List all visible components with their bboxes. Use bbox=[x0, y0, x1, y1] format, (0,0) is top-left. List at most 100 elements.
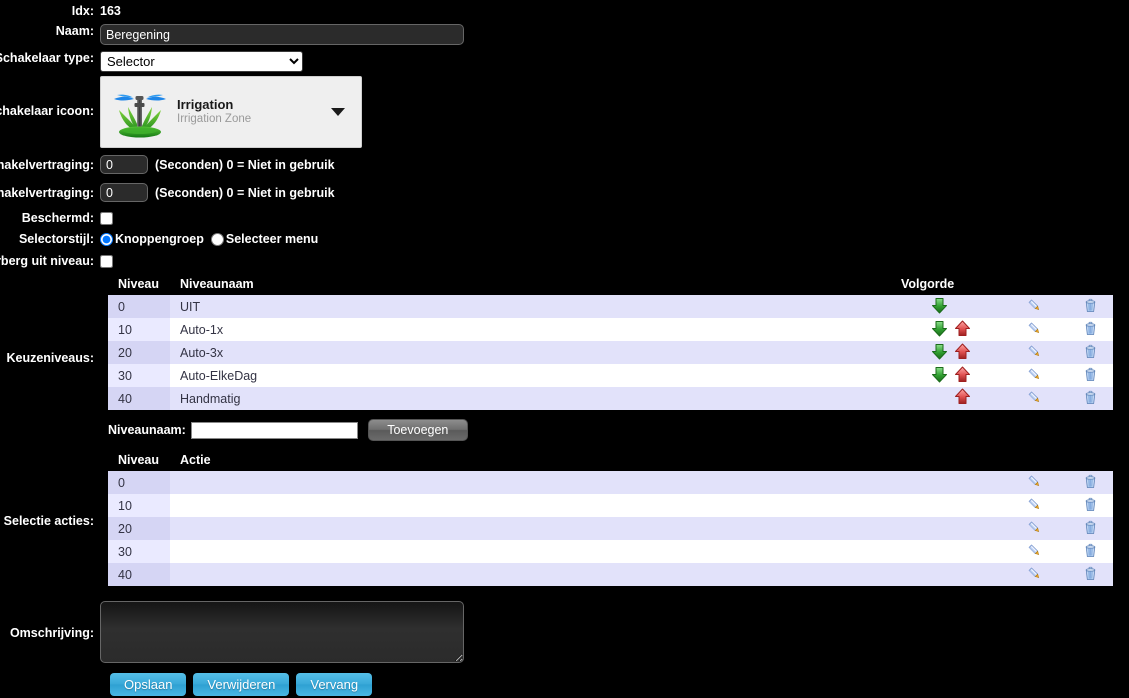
actions-header-edit bbox=[1001, 450, 1057, 471]
order-cell bbox=[891, 295, 1001, 318]
level-cell: 10 bbox=[108, 318, 170, 341]
edit-cell[interactable] bbox=[1001, 318, 1057, 341]
action-value-cell bbox=[170, 517, 1001, 540]
action-value-cell bbox=[170, 494, 1001, 517]
level-name-cell: Auto-ElkeDag bbox=[170, 364, 891, 387]
field-row-selector-style: Selectorstijl: Knoppengroep Selecteer me… bbox=[0, 232, 1129, 246]
label-hide-off-level: Verberg uit niveau: bbox=[0, 254, 94, 269]
table-row: 40 Handmatig bbox=[108, 387, 1113, 410]
edit-cell[interactable] bbox=[1001, 494, 1057, 517]
edit-cell[interactable] bbox=[1001, 295, 1057, 318]
pencil-icon[interactable] bbox=[1027, 566, 1042, 581]
add-level-input[interactable] bbox=[190, 421, 358, 439]
pencil-icon[interactable] bbox=[1027, 497, 1042, 512]
actions-table-body: 0 10 20 30 40 bbox=[108, 471, 1113, 586]
delete-cell[interactable] bbox=[1057, 318, 1113, 341]
trash-icon[interactable] bbox=[1083, 321, 1098, 336]
naam-input[interactable] bbox=[100, 24, 464, 45]
edit-cell[interactable] bbox=[1001, 471, 1057, 494]
description-textarea[interactable] bbox=[100, 601, 464, 663]
pencil-icon[interactable] bbox=[1027, 367, 1042, 382]
pencil-icon[interactable] bbox=[1027, 474, 1042, 489]
label-actions: Selectie acties: bbox=[3, 514, 94, 528]
delete-cell[interactable] bbox=[1057, 494, 1113, 517]
move-down-button[interactable] bbox=[931, 343, 948, 363]
field-row-off-delay: Uitschakelvertraging: (Seconden) 0 = Nie… bbox=[0, 183, 1129, 202]
protected-checkbox[interactable] bbox=[100, 212, 113, 226]
trash-icon[interactable] bbox=[1083, 497, 1098, 512]
order-cell bbox=[891, 341, 1001, 364]
trash-icon[interactable] bbox=[1083, 566, 1098, 581]
add-level-label: Niveaunaam: bbox=[108, 423, 186, 437]
pencil-icon[interactable] bbox=[1027, 321, 1042, 336]
chevron-down-icon[interactable] bbox=[331, 108, 345, 116]
move-up-button[interactable] bbox=[954, 320, 971, 340]
trash-icon[interactable] bbox=[1083, 390, 1098, 405]
value-idx: 163 bbox=[100, 4, 121, 18]
hide-off-level-checkbox[interactable] bbox=[100, 255, 113, 269]
field-row-switch-type: Schakelaar type: Selector bbox=[0, 51, 1129, 72]
pencil-icon[interactable] bbox=[1027, 344, 1042, 359]
pencil-icon[interactable] bbox=[1027, 390, 1042, 405]
selector-style-radio-menu[interactable] bbox=[210, 232, 224, 246]
add-level-button[interactable]: Toevoegen bbox=[367, 419, 468, 441]
replace-button[interactable]: Vervang bbox=[296, 673, 373, 696]
pencil-icon[interactable] bbox=[1027, 543, 1042, 558]
edit-cell[interactable] bbox=[1001, 341, 1057, 364]
trash-icon[interactable] bbox=[1083, 344, 1098, 359]
move-down-button[interactable] bbox=[931, 320, 948, 340]
form-action-buttons: Opslaan Verwijderen Vervang bbox=[110, 673, 373, 696]
levels-header-name: Niveaunaam bbox=[170, 274, 891, 295]
selector-style-label-buttongroup[interactable]: Knoppengroep bbox=[115, 232, 204, 246]
switch-type-select[interactable]: Selector bbox=[100, 51, 303, 72]
delete-cell[interactable] bbox=[1057, 471, 1113, 494]
pencil-icon[interactable] bbox=[1027, 298, 1042, 313]
edit-cell[interactable] bbox=[1001, 517, 1057, 540]
trash-icon[interactable] bbox=[1083, 543, 1098, 558]
move-down-button[interactable] bbox=[931, 297, 948, 317]
on-delay-input[interactable] bbox=[100, 155, 148, 174]
action-value-cell bbox=[170, 471, 1001, 494]
delete-cell[interactable] bbox=[1057, 295, 1113, 318]
move-up-button[interactable] bbox=[954, 366, 971, 386]
move-up-button[interactable] bbox=[954, 343, 971, 363]
save-button[interactable]: Opslaan bbox=[110, 673, 187, 696]
delete-cell[interactable] bbox=[1057, 341, 1113, 364]
actions-table: Niveau Actie 0 10 20 30 40 bbox=[108, 450, 1113, 586]
delete-cell[interactable] bbox=[1057, 387, 1113, 410]
edit-cell[interactable] bbox=[1001, 540, 1057, 563]
switch-icon-picker[interactable]: Irrigation Irrigation Zone bbox=[100, 76, 362, 148]
delete-cell[interactable] bbox=[1057, 563, 1113, 586]
delete-cell[interactable] bbox=[1057, 540, 1113, 563]
table-row: 20 Auto-3x bbox=[108, 341, 1113, 364]
table-row: 20 bbox=[108, 517, 1113, 540]
delete-cell[interactable] bbox=[1057, 364, 1113, 387]
level-name-cell: UIT bbox=[170, 295, 891, 318]
table-row: 10 Auto-1x bbox=[108, 318, 1113, 341]
delete-button[interactable]: Verwijderen bbox=[193, 673, 290, 696]
delete-cell[interactable] bbox=[1057, 517, 1113, 540]
move-down-button[interactable] bbox=[931, 366, 948, 386]
field-row-hide-off-level: Verberg uit niveau: bbox=[0, 254, 1129, 269]
order-cell bbox=[891, 387, 1001, 410]
edit-cell[interactable] bbox=[1001, 364, 1057, 387]
trash-icon[interactable] bbox=[1083, 474, 1098, 489]
field-row-description: Omschrijving: bbox=[0, 601, 1129, 666]
label-idx: Idx: bbox=[71, 4, 94, 18]
move-up-button[interactable] bbox=[954, 388, 971, 408]
on-delay-hint: (Seconden) 0 = Niet in gebruik bbox=[155, 157, 335, 172]
off-delay-input[interactable] bbox=[100, 183, 148, 202]
selector-style-radio-buttongroup[interactable] bbox=[100, 232, 113, 246]
edit-cell[interactable] bbox=[1001, 387, 1057, 410]
edit-cell[interactable] bbox=[1001, 563, 1057, 586]
trash-icon[interactable] bbox=[1083, 367, 1098, 382]
level-cell: 30 bbox=[108, 364, 170, 387]
table-row: 40 bbox=[108, 563, 1113, 586]
selector-style-label-menu[interactable]: Selecteer menu bbox=[226, 232, 318, 246]
trash-icon[interactable] bbox=[1083, 520, 1098, 535]
pencil-icon[interactable] bbox=[1027, 520, 1042, 535]
trash-icon[interactable] bbox=[1083, 298, 1098, 313]
actions-header-delete bbox=[1057, 450, 1113, 471]
table-row: 0 bbox=[108, 471, 1113, 494]
action-level-cell: 10 bbox=[108, 494, 170, 517]
